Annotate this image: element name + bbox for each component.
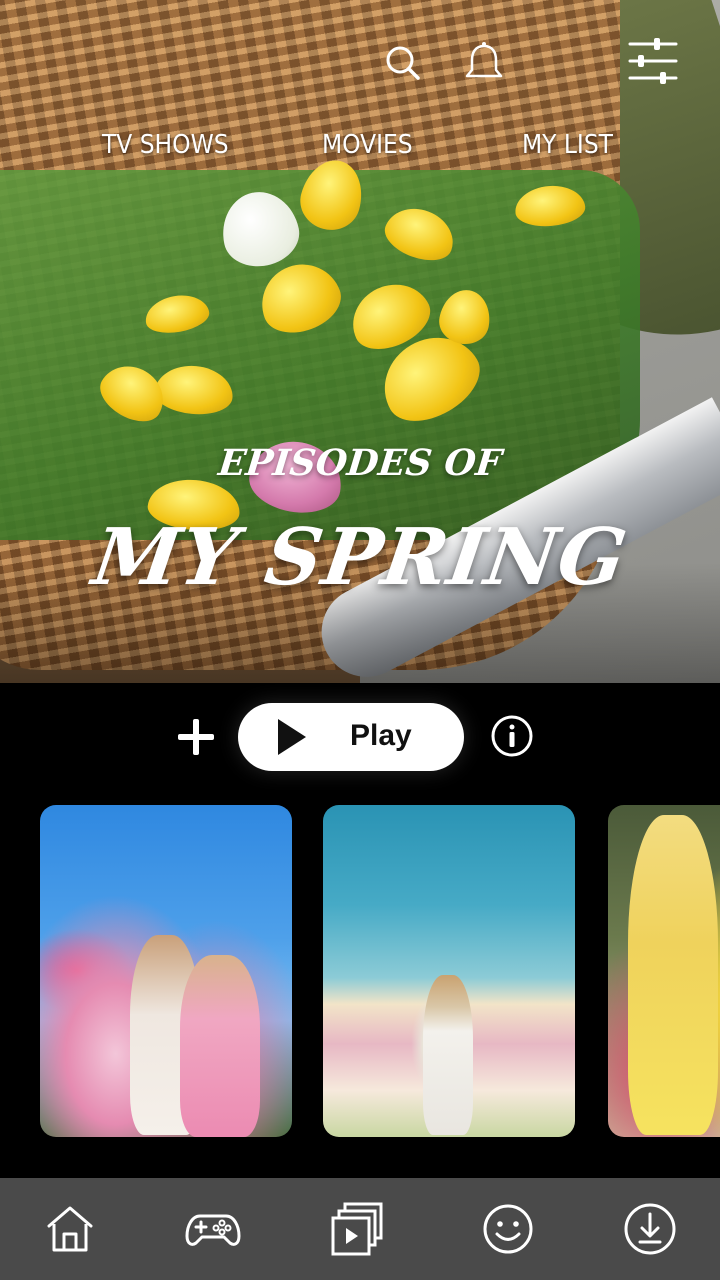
filter-icon[interactable] xyxy=(626,34,680,88)
content-row xyxy=(0,805,720,1137)
add-to-list-button[interactable] xyxy=(172,713,220,761)
info-icon xyxy=(491,715,533,757)
card-figure xyxy=(628,815,718,1135)
content-card[interactable] xyxy=(40,805,292,1137)
hero-actions: Play xyxy=(0,683,720,793)
info-button[interactable] xyxy=(490,714,534,758)
gamepad-icon xyxy=(185,1214,241,1246)
hero-title-line1: EPISODES OF xyxy=(216,442,504,484)
app-screen: EPISODES OF MY SPRING TV SHOWS MOVIES MY… xyxy=(0,0,720,1280)
clips-icon xyxy=(331,1202,383,1256)
card-figure xyxy=(423,975,473,1135)
bottom-nav xyxy=(0,1178,720,1280)
nav-home[interactable] xyxy=(20,1178,120,1280)
nav-games[interactable] xyxy=(163,1178,263,1280)
nav-movies[interactable]: MOVIES xyxy=(322,130,413,160)
hero-banner[interactable]: EPISODES OF MY SPRING xyxy=(0,0,720,683)
nav-tv-shows[interactable]: TV SHOWS xyxy=(102,130,229,160)
home-icon xyxy=(47,1206,93,1252)
content-card[interactable] xyxy=(608,805,720,1137)
hero-title-line2: MY SPRING xyxy=(87,512,633,603)
play-icon xyxy=(278,719,306,755)
play-label: Play xyxy=(350,719,412,752)
content-card[interactable] xyxy=(323,805,575,1137)
play-button[interactable]: Play xyxy=(238,703,464,771)
nav-clips[interactable] xyxy=(308,1178,408,1280)
profile-icon xyxy=(483,1204,533,1254)
category-nav: TV SHOWS MOVIES MY LIST xyxy=(0,130,720,170)
card-figure xyxy=(180,955,260,1137)
nav-profile[interactable] xyxy=(458,1178,558,1280)
nav-downloads[interactable] xyxy=(600,1178,700,1280)
download-icon xyxy=(624,1203,676,1255)
search-icon[interactable] xyxy=(380,40,428,88)
nav-my-list[interactable]: MY LIST xyxy=(522,130,613,160)
bell-icon[interactable] xyxy=(460,40,508,88)
